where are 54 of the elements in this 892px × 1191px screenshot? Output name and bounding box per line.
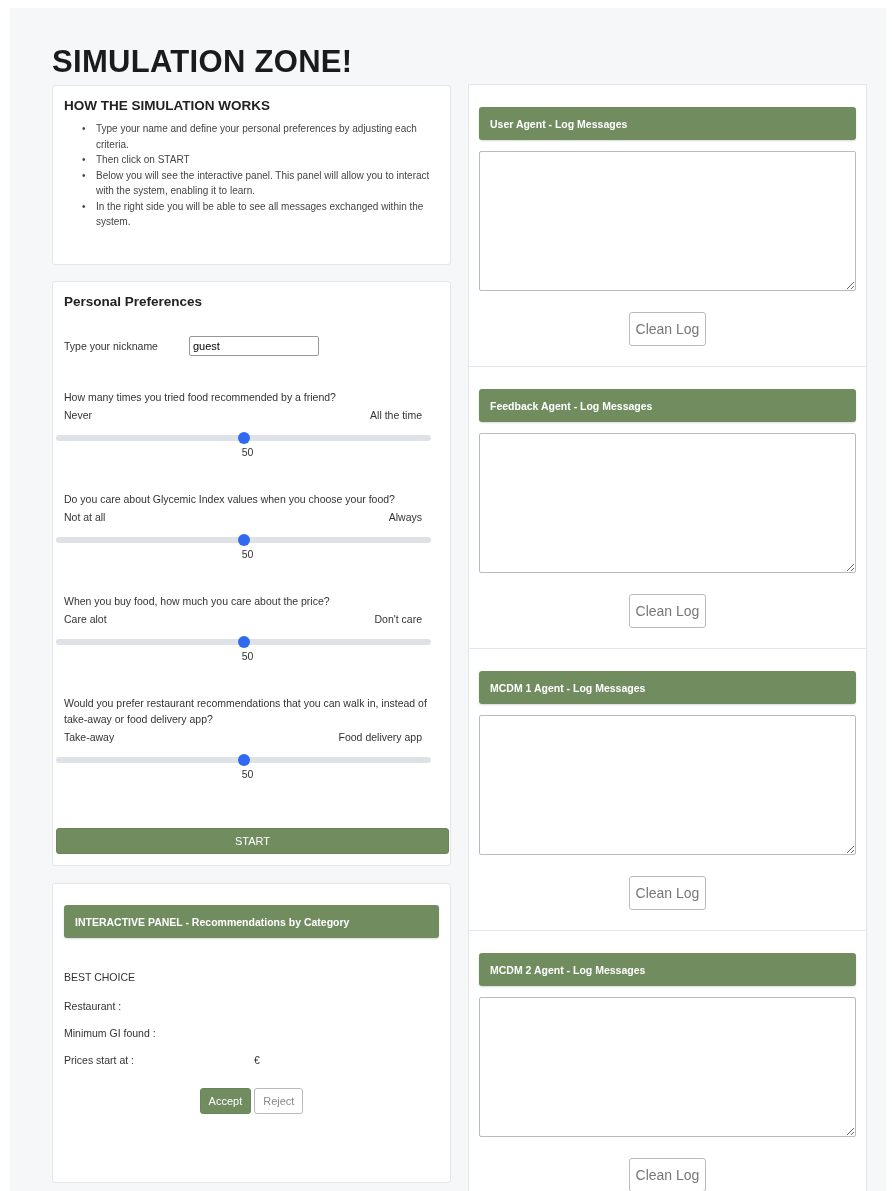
page-title: SIMULATION ZONE!: [52, 44, 354, 80]
slider-value: 50: [241, 548, 254, 560]
question-text: Do you care about Glycemic Index values when you choose your food?: [64, 492, 396, 507]
instruction-item: Then click on START: [96, 153, 190, 167]
log-header: User Agent - Log Messages: [479, 107, 856, 140]
max-label: All the time: [370, 409, 422, 421]
slider-thumb[interactable]: [237, 636, 250, 648]
start-button[interactable]: START: [56, 828, 449, 854]
bullet-mark: •: [82, 199, 87, 214]
log-header: MCDM 2 Agent - Log Messages: [479, 953, 856, 986]
log-header: Feedback Agent - Log Messages: [479, 389, 856, 422]
question-text: When you buy food, how much you care about the price?: [64, 594, 331, 609]
field-value: €: [254, 1054, 261, 1066]
instruction-item: Below you will see the interactive panel. This panel will allow you to interact with the system, enabling it to learn.: [96, 168, 431, 198]
card-heading: Personal Preferences: [64, 294, 204, 309]
bullet-mark: •: [82, 168, 87, 183]
clean-log-button[interactable]: Clean Log: [628, 876, 707, 910]
slider-value: 50: [241, 446, 254, 458]
slider-thumb[interactable]: [237, 432, 250, 444]
log-field[interactable]: [479, 715, 856, 855]
log-header: MCDM 1 Agent - Log Messages: [479, 671, 856, 704]
field-label: Restaurant :: [64, 1000, 123, 1012]
slider-value: 50: [241, 768, 254, 780]
field-label: Prices start at :: [64, 1054, 136, 1066]
panel-header: INTERACTIVE PANEL - Recommendations by Category: [64, 905, 439, 938]
clean-log-button[interactable]: Clean Log: [628, 594, 707, 628]
min-label: Not at all: [64, 511, 106, 523]
max-label: Food delivery app: [338, 731, 422, 743]
max-label: Don't care: [374, 613, 422, 625]
min-label: Care alot: [64, 613, 107, 625]
section-label: BEST CHOICE: [64, 971, 135, 983]
reject-button[interactable]: Reject: [254, 1088, 304, 1114]
log-field[interactable]: [479, 997, 856, 1137]
nickname-field[interactable]: guest: [188, 336, 319, 356]
card-heading: HOW THE SIMULATION WORKS: [64, 98, 271, 113]
slider-thumb[interactable]: [237, 754, 250, 766]
slider-value: 50: [241, 650, 254, 662]
min-label: Take-away: [64, 731, 115, 743]
bullet-mark: •: [82, 153, 87, 167]
log-field[interactable]: [479, 151, 856, 291]
nickname-label: Type your nickname: [64, 340, 158, 352]
slider-thumb[interactable]: [237, 534, 250, 546]
bullet-mark: •: [82, 122, 87, 136]
question-text: Would you prefer restaurant recommendations that you can walk in, instead of take-away or food delivery app?: [64, 696, 428, 727]
max-label: Always: [388, 511, 422, 523]
field-label: Minimum GI found :: [64, 1027, 157, 1039]
instruction-item: In the right side you will be able to see all messages exchanged within the system.: [96, 199, 425, 229]
min-label: Never: [64, 409, 92, 421]
question-text: How many times you tried food recommended by a friend?: [64, 390, 337, 405]
accept-button[interactable]: Accept: [199, 1088, 252, 1114]
instruction-item: Type your name and define your personal preferences by adjusting each criteria.: [96, 122, 418, 152]
clean-log-button[interactable]: Clean Log: [628, 312, 707, 346]
log-field[interactable]: [479, 433, 856, 573]
clean-log-button[interactable]: Clean Log: [628, 1158, 707, 1191]
